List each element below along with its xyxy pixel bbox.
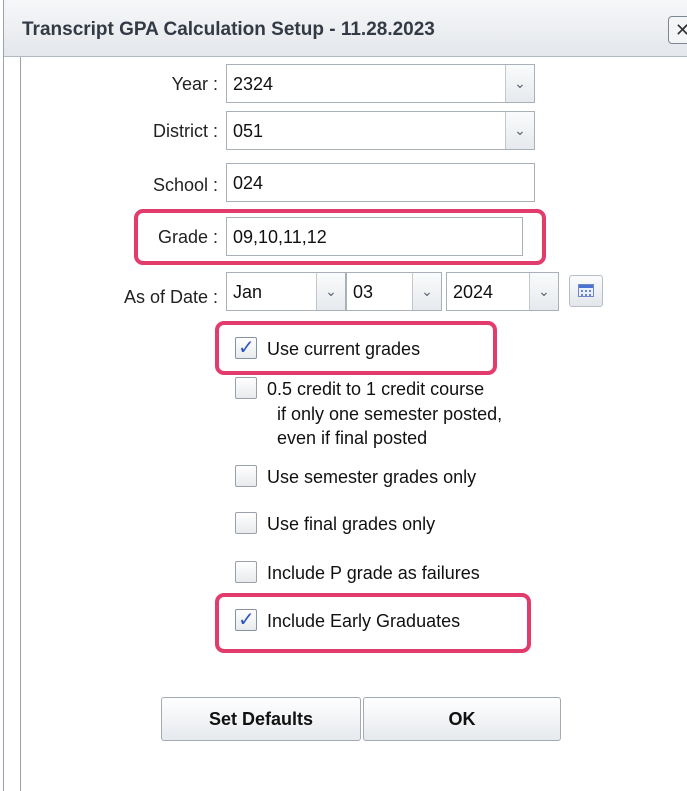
set-defaults-button[interactable]: Set Defaults (161, 697, 361, 741)
close-icon: ✕ (675, 20, 687, 40)
calendar-button[interactable] (569, 275, 603, 307)
half-credit-label-line1: 0.5 credit to 1 credit course (267, 379, 485, 399)
month-value: Jan (233, 282, 263, 302)
chevron-down-icon[interactable]: ⌄ (505, 112, 534, 149)
year-date-select[interactable]: 2024 ⌄ (446, 272, 559, 311)
gpa-setup-dialog: Transcript GPA Calculation Setup - 11.28… (3, 0, 687, 791)
use-current-grades-checkbox[interactable] (235, 335, 257, 359)
early-graduates-label: Include Early Graduates (267, 611, 461, 631)
semester-grades-label: Use semester grades only (267, 467, 477, 487)
chevron-down-icon[interactable]: ⌄ (505, 65, 534, 102)
semester-grades-checkbox[interactable] (235, 465, 257, 487)
chevron-down-icon[interactable]: ⌄ (529, 273, 558, 310)
half-credit-label-line3: even if final posted (277, 428, 428, 448)
p-grade-label: Include P grade as failures (267, 563, 480, 583)
close-button[interactable]: ✕ (668, 16, 687, 44)
district-select[interactable]: 051 ⌄ (226, 111, 535, 150)
year-value: 2324 (233, 74, 274, 94)
chevron-down-icon[interactable]: ⌄ (316, 273, 345, 310)
as-of-date-label: As of Date : (123, 287, 218, 307)
ok-button[interactable]: OK (363, 697, 561, 741)
month-select[interactable]: Jan ⌄ (226, 272, 346, 311)
final-grades-label: Use final grades only (267, 514, 436, 534)
school-value: 024 (233, 173, 264, 193)
year-date-value: 2024 (453, 282, 494, 302)
district-value: 051 (233, 121, 264, 141)
district-label: District : (153, 121, 218, 141)
half-credit-label-line2: if only one semester posted, (277, 404, 503, 424)
grade-label: Grade : (157, 227, 218, 247)
chevron-down-icon[interactable]: ⌄ (412, 273, 441, 310)
p-grade-checkbox[interactable] (235, 561, 257, 583)
dialog-title: Transcript GPA Calculation Setup - 11.28… (22, 19, 435, 40)
half-credit-checkbox[interactable] (235, 377, 257, 399)
grade-input[interactable]: 09,10,11,12 (226, 217, 523, 256)
dialog-titlebar[interactable]: Transcript GPA Calculation Setup - 11.28… (4, 0, 687, 57)
year-label: Year : (171, 74, 218, 94)
day-select[interactable]: 03 ⌄ (346, 272, 442, 311)
early-graduates-checkbox[interactable] (235, 607, 257, 631)
dialog-content: Year : 2324 ⌄ District : 051 ⌄ School : … (20, 57, 687, 791)
year-select[interactable]: 2324 ⌄ (226, 64, 535, 103)
grade-value: 09,10,11,12 (233, 227, 327, 247)
school-label: School : (152, 175, 218, 195)
use-current-grades-label: Use current grades (267, 339, 421, 359)
calendar-icon (578, 284, 594, 297)
day-value: 03 (353, 282, 374, 302)
final-grades-checkbox[interactable] (235, 512, 257, 534)
school-input[interactable]: 024 (226, 163, 535, 202)
